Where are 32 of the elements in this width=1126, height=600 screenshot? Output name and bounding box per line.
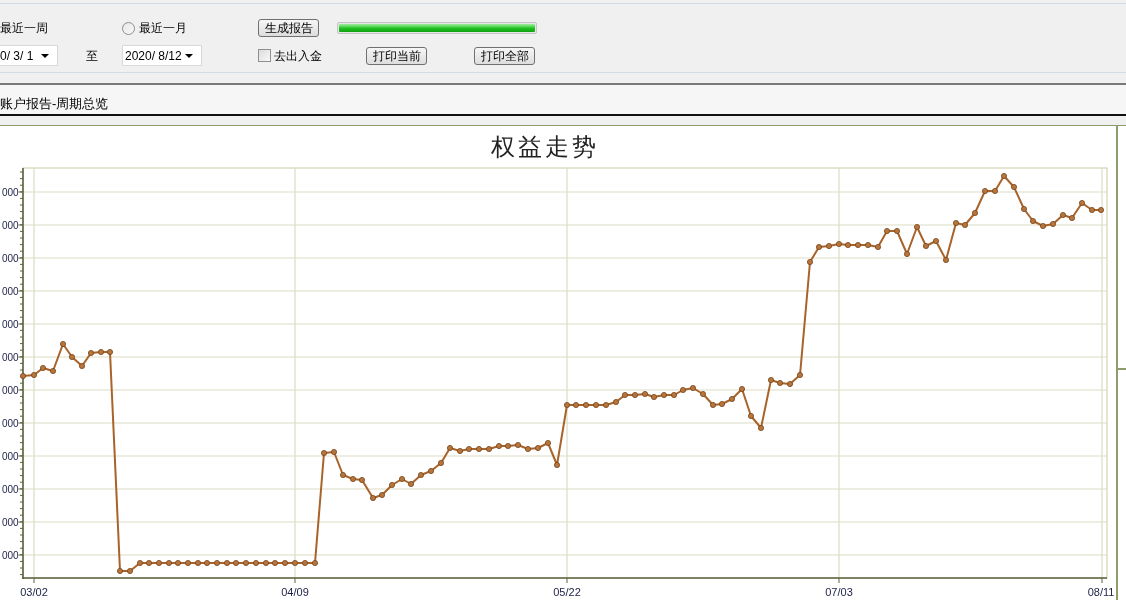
tab-title[interactable]: 账户报告-周期总览 — [0, 97, 109, 110]
chart-title: 权益走势 — [491, 134, 599, 160]
x-tick-label: 08/11 — [1087, 586, 1115, 598]
y-tick-label: 000 — [2, 286, 19, 297]
x-tick-label: 03/02 — [20, 586, 48, 598]
radio-button[interactable] — [122, 21, 135, 35]
y-tick-label: 000 — [2, 484, 19, 495]
y-tick-label: 000 — [2, 418, 19, 429]
x-tick-label: 04/09 — [281, 586, 309, 598]
y-tick-label: 000 — [2, 550, 19, 561]
checkbox[interactable] — [258, 49, 271, 62]
x-tick-label: 07/03 — [825, 586, 853, 598]
x-tick-label: 05/22 — [553, 586, 581, 598]
radio-label: 最近一月 — [139, 20, 187, 37]
push-button[interactable]: 打印全部 — [474, 46, 535, 65]
y-tick-label: 000 — [2, 385, 19, 396]
date-field[interactable]: 0/ 3/ 1 — [0, 45, 58, 66]
date-field[interactable]: 2020/ 8/12 — [122, 45, 202, 66]
y-tick-label: 000 — [2, 319, 19, 330]
y-tick-label: 000 — [2, 253, 19, 264]
caret-icon — [41, 53, 49, 58]
period-label: 最近一周 — [0, 20, 48, 37]
y-tick-label: 000 — [2, 352, 19, 363]
y-tick-label: 000 — [2, 187, 19, 198]
y-tick-label: 000 — [2, 451, 19, 462]
push-button[interactable]: 打印当前 — [366, 46, 427, 65]
to-label: 至 — [86, 47, 98, 65]
push-button[interactable]: 生成报告 — [258, 19, 319, 37]
checkbox-label: 去出入金 — [274, 47, 322, 65]
y-tick-label: 000 — [2, 220, 19, 231]
y-tick-label: 000 — [2, 517, 19, 528]
caret-icon — [185, 53, 193, 58]
